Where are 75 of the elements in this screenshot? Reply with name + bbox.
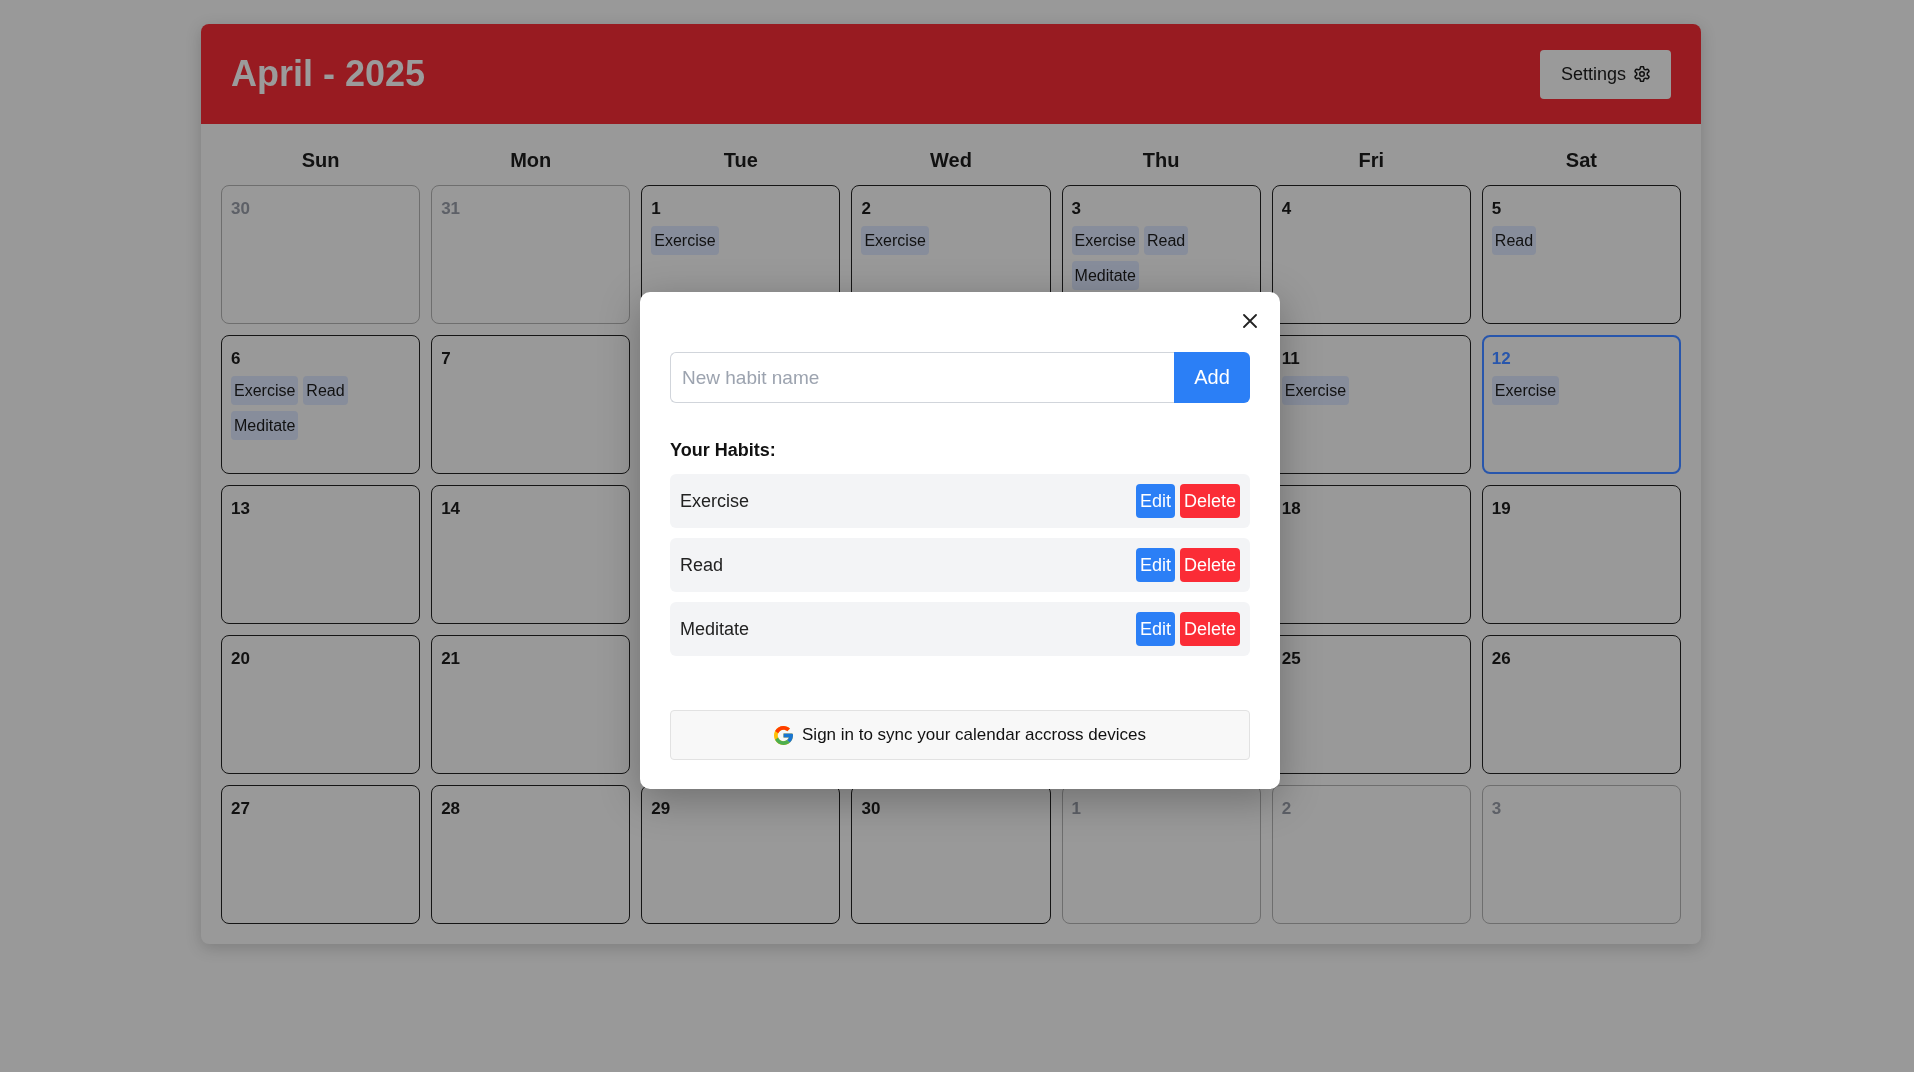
habit-tag: Read (1491, 226, 1537, 255)
day-cell[interactable]: 12 Exercise (1481, 335, 1681, 474)
day-cell[interactable]: 27 (221, 785, 421, 924)
settings-icon (1634, 66, 1650, 82)
delete-button[interactable]: Delete (1179, 484, 1240, 518)
day-number: 5 (1491, 198, 1502, 220)
habit-tag: Read (303, 376, 348, 405)
weekday-label: Fri (1358, 148, 1385, 173)
day-cell[interactable]: 6 Exercise Read Meditate (221, 335, 421, 474)
habit-name-input[interactable]: New habit name (670, 352, 1174, 403)
day-number: 27 (231, 798, 250, 820)
settings-button[interactable]: Settings (1539, 49, 1671, 99)
day-number: 11 (1281, 348, 1300, 370)
day-cell[interactable]: 28 (431, 785, 631, 924)
day-number: 20 (231, 648, 250, 670)
day-number: 3 (1071, 198, 1082, 220)
habit-tag: Exercise (1491, 376, 1560, 405)
habit-tag: Exercise (1071, 226, 1139, 255)
weekday-label: Wed (930, 148, 972, 173)
close-button[interactable] (1243, 314, 1257, 328)
day-cell[interactable]: 19 (1481, 485, 1681, 624)
habits-heading: Your Habits: (670, 439, 776, 461)
day-number: 4 (1281, 198, 1292, 220)
day-number: 25 (1281, 648, 1301, 670)
habit-tag: Read (1143, 226, 1189, 255)
g-logo-icon (774, 725, 793, 745)
day-number: 30 (231, 198, 250, 220)
day-cell[interactable]: 14 (431, 485, 631, 624)
day-number: 6 (231, 348, 241, 370)
day-number: 26 (1491, 648, 1511, 670)
weekday-label: Sun (301, 148, 340, 173)
day-number: 2 (861, 198, 871, 220)
habit-tag: Meditate (1071, 261, 1139, 290)
day-number: 7 (441, 348, 451, 370)
day-number: 2 (1281, 798, 1292, 820)
habit-name: Meditate (680, 618, 750, 640)
day-number: 3 (1491, 798, 1502, 820)
habit-tag: Exercise (231, 376, 299, 405)
day-cell[interactable]: 13 (221, 485, 421, 624)
delete-button[interactable]: Delete (1179, 612, 1240, 646)
add-button[interactable]: Add (1174, 352, 1250, 403)
day-number: 30 (861, 798, 881, 820)
day-number: 18 (1281, 498, 1301, 520)
habit-name: Exercise (680, 490, 750, 512)
habit-tag: Exercise (651, 226, 719, 255)
sign-in-button[interactable]: Sign in to sync your calendar accross devices (670, 710, 1250, 760)
calendar-title: April - 2025 (231, 52, 426, 96)
day-cell[interactable]: 26 (1481, 635, 1681, 774)
day-cell[interactable]: 7 (431, 335, 631, 474)
day-cell[interactable]: 20 (221, 635, 421, 774)
edit-button[interactable]: Edit (1135, 548, 1175, 582)
weekday-label: Sat (1565, 148, 1597, 173)
day-number: 21 (441, 648, 461, 670)
day-cell[interactable]: 5 Read (1481, 185, 1681, 324)
delete-button[interactable]: Delete (1179, 548, 1240, 582)
day-cell[interactable]: 21 (431, 635, 631, 774)
habit-name: Read (680, 554, 724, 576)
day-number: 19 (1491, 498, 1511, 520)
habit-tag: Exercise (861, 226, 929, 255)
edit-button[interactable]: Edit (1135, 612, 1175, 646)
day-number: 1 (651, 198, 661, 220)
day-number: 13 (231, 498, 250, 520)
day-number: 1 (1071, 798, 1082, 820)
weekday-label: Mon (510, 148, 552, 173)
day-number: 14 (441, 498, 461, 520)
habit-tag: Meditate (231, 411, 299, 440)
habit-tag: Exercise (1281, 376, 1350, 405)
weekday-label: Tue (723, 148, 758, 173)
day-number: 12 (1491, 348, 1511, 370)
close-icon (1243, 314, 1257, 328)
day-number: 28 (441, 798, 461, 820)
edit-button[interactable]: Edit (1135, 484, 1175, 518)
day-number: 31 (441, 198, 461, 220)
weekday-label: Thu (1142, 148, 1180, 173)
day-number: 29 (651, 798, 671, 820)
